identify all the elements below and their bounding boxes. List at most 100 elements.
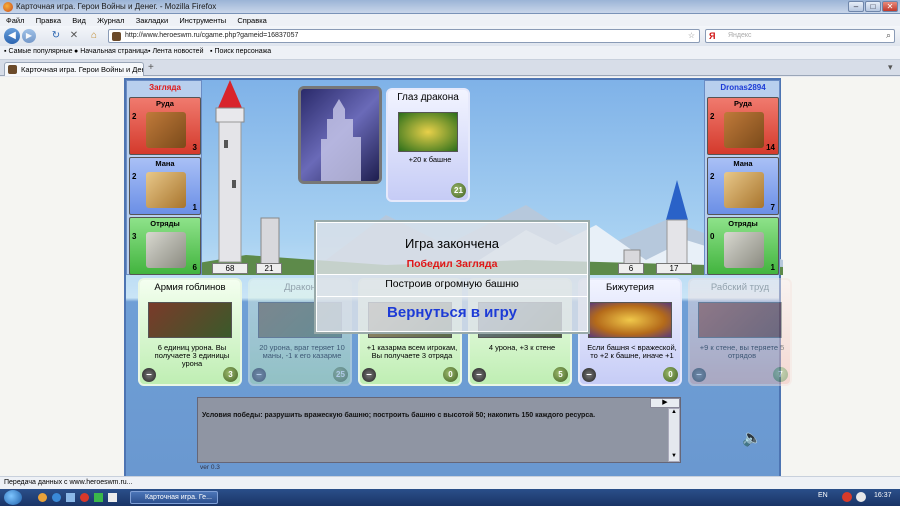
right-mana-resource: Мана 2 7 xyxy=(707,157,779,215)
resource-label: Руда xyxy=(156,99,174,108)
scroll-up-icon[interactable]: ▲ xyxy=(669,409,679,417)
menu-view[interactable]: Вид xyxy=(72,16,86,25)
tray-icon[interactable] xyxy=(856,492,866,502)
resource-amount: 14 xyxy=(766,143,775,152)
log-arrow-button[interactable]: ▶ xyxy=(650,398,680,408)
status-text: Передача данных с www.heroeswm.ru... xyxy=(4,479,133,486)
start-button[interactable] xyxy=(4,490,22,505)
resource-amount: 6 xyxy=(192,263,197,272)
bookmarks-bar: ▪ Самые популярные ● Начальная страница … xyxy=(0,46,900,60)
bookmark-label: Лента новостей xyxy=(152,48,204,55)
quicklaunch-icon[interactable] xyxy=(52,493,61,502)
discard-button[interactable]: – xyxy=(252,368,266,382)
quicklaunch-icon[interactable] xyxy=(94,493,103,502)
card-description: +1 казарма всем игрокам, Вы получаете 3 … xyxy=(366,343,458,360)
bookmark-label: Самые популярные xyxy=(8,48,73,55)
bookmark-search[interactable]: ▪ Поиск персонажа xyxy=(210,48,271,55)
quicklaunch-icon[interactable] xyxy=(38,493,47,502)
sound-icon[interactable]: 🔈 xyxy=(742,428,762,448)
search-placeholder: Яндекс xyxy=(728,32,752,39)
resource-generation: 2 xyxy=(132,172,137,181)
card-cost: 0 xyxy=(663,367,678,382)
new-tab-button[interactable]: + xyxy=(148,62,154,73)
url-text: http://www.heroeswm.ru/cgame.php?gameid=… xyxy=(125,32,299,39)
menu-bookmarks[interactable]: Закладки xyxy=(136,16,168,25)
menu-history[interactable]: Журнал xyxy=(97,16,124,25)
card-name: Бижутерия xyxy=(605,282,654,293)
quicklaunch-icon[interactable] xyxy=(80,493,89,502)
tab-game[interactable]: Карточная игра. Герои Войны и Ден... xyxy=(4,62,144,76)
navigation-bar: ◀ ▶ ↻ ✕ ⌂ http://www.heroeswm.ru/cgame.p… xyxy=(0,26,900,46)
castle-image xyxy=(321,99,361,181)
hand-card-6[interactable]: Рабский труд +9 к стене, вы теряете 5 от… xyxy=(688,278,792,386)
home-icon[interactable]: ⌂ xyxy=(88,30,100,42)
left-troops-resource: Отряды 3 6 xyxy=(129,217,201,275)
quicklaunch-icon[interactable] xyxy=(66,493,75,502)
resource-amount: 7 xyxy=(770,203,775,212)
resource-generation: 2 xyxy=(132,112,137,121)
tab-list-button[interactable]: ▾ xyxy=(888,62,893,73)
forward-button[interactable]: ▶ xyxy=(22,29,36,43)
log-scrollbar[interactable]: ▲ ▼ xyxy=(668,408,680,462)
right-tower-height: 17 xyxy=(656,263,692,274)
quicklaunch-icon[interactable] xyxy=(108,493,117,502)
mine-icon xyxy=(724,112,764,148)
mine-icon xyxy=(146,112,186,148)
back-button[interactable]: ◀ xyxy=(4,28,20,44)
bookmark-popular[interactable]: ▪ Самые популярные xyxy=(4,48,73,55)
discard-button[interactable]: – xyxy=(142,368,156,382)
card-cost: 0 xyxy=(443,367,458,382)
jewelry-image xyxy=(588,302,672,338)
maximize-button[interactable]: □ xyxy=(865,1,881,12)
tab-favicon xyxy=(8,65,17,74)
card-description: +9 к стене, вы теряете 5 отрядов xyxy=(699,343,785,360)
language-indicator[interactable]: EN xyxy=(818,492,828,499)
left-mana-resource: Мана 2 1 xyxy=(129,157,201,215)
url-bar[interactable]: http://www.heroeswm.ru/cgame.php?gameid=… xyxy=(108,29,700,43)
resource-generation: 0 xyxy=(710,232,715,241)
left-ore-resource: Руда 2 3 xyxy=(129,97,201,155)
resource-generation: 3 xyxy=(132,232,137,241)
tray-icon[interactable] xyxy=(842,492,852,502)
taskbar-firefox-item[interactable]: Карточная игра. Ге... xyxy=(130,491,218,504)
discard-button[interactable]: – xyxy=(362,368,376,382)
victory-conditions-text: Условия победы: разрушить вражескую башн… xyxy=(202,412,596,419)
close-button[interactable]: ✕ xyxy=(882,1,898,12)
resource-amount: 3 xyxy=(192,143,197,152)
bookmark-news[interactable]: ▪ Лента новостей xyxy=(148,48,203,55)
right-tower xyxy=(666,180,688,266)
divider xyxy=(316,296,588,297)
resource-generation: 2 xyxy=(710,172,715,181)
search-icon[interactable]: ⌕ xyxy=(886,30,891,41)
menu-tools[interactable]: Инструменты xyxy=(179,16,226,25)
hand-card-5[interactable]: Бижутерия Если башня < вражеской, то +2 … xyxy=(578,278,682,386)
card-description: 20 урона, враг теряет 10 маны, -1 к его … xyxy=(259,343,345,360)
scroll-down-icon[interactable]: ▼ xyxy=(669,453,679,461)
menu-help[interactable]: Справка xyxy=(237,16,266,25)
card-cost: 5 xyxy=(553,367,568,382)
reload-icon[interactable]: ↻ xyxy=(50,30,62,42)
bookmark-star-icon[interactable]: ☆ xyxy=(688,31,695,40)
stop-icon[interactable]: ✕ xyxy=(68,30,80,42)
discard-button[interactable]: – xyxy=(472,368,486,382)
right-ore-resource: Руда 2 14 xyxy=(707,97,779,155)
bookmark-home[interactable]: ● Начальная страница xyxy=(74,48,148,55)
card-description: Если башня < вражеской, то +2 к башне, и… xyxy=(587,343,677,360)
menu-edit[interactable]: Правка xyxy=(36,16,61,25)
minimize-button[interactable]: – xyxy=(848,1,864,12)
menu-file[interactable]: Файл xyxy=(6,16,24,25)
discard-button[interactable]: – xyxy=(582,368,596,382)
monastery-icon xyxy=(724,172,764,208)
barracks-icon xyxy=(146,232,186,268)
win-reason: Построив огромную башню xyxy=(385,278,519,290)
search-box[interactable]: Я Яндекс ⌕ xyxy=(705,29,895,43)
bookmark-label: Поиск персонажа xyxy=(214,48,272,55)
game-log[interactable]: ▶ Условия победы: разрушить вражескую ба… xyxy=(197,397,681,463)
slave-labor-image xyxy=(698,302,782,338)
hand-card-1[interactable]: Армия гоблинов 6 единиц урона. Вы получа… xyxy=(138,278,242,386)
resource-label: Руда xyxy=(734,99,752,108)
return-to-game-button[interactable]: Вернуться в игру xyxy=(316,304,588,321)
right-player-panel: Dronas2894 Руда 2 14 Мана 2 7 Отряды 0 1 xyxy=(704,80,780,275)
version-label: ver 0.3 xyxy=(200,464,220,471)
discard-button[interactable]: – xyxy=(692,368,706,382)
